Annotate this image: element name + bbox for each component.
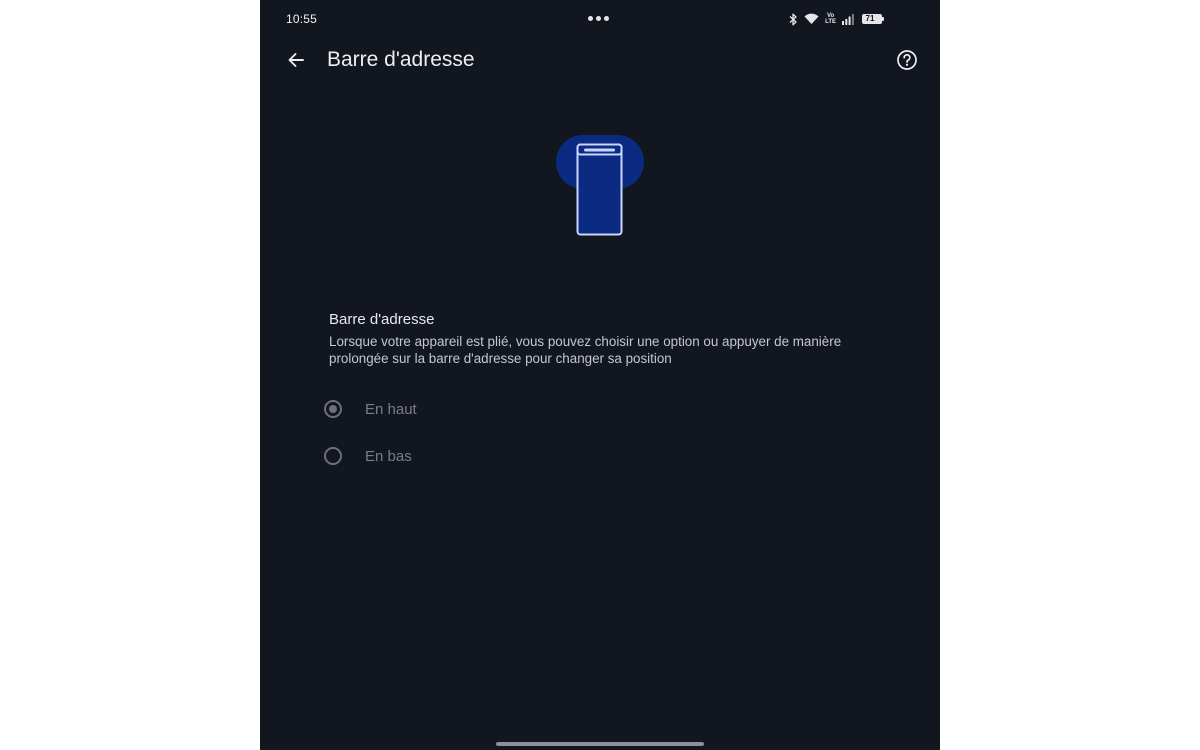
section-title: Barre d'adresse (329, 311, 435, 328)
more-notifications-icon (588, 16, 612, 22)
option-bottom[interactable]: En bas (324, 441, 412, 471)
arrow-back-icon (288, 53, 304, 67)
status-time: 10:55 (286, 12, 318, 26)
page-title: Barre d'adresse (327, 48, 475, 71)
radio-bottom[interactable] (324, 447, 342, 465)
section-description: Lorsque votre appareil est plié, vous po… (329, 334, 842, 366)
help-circle-icon (897, 50, 917, 70)
option-bottom-label: En bas (365, 447, 412, 465)
wifi-icon (804, 13, 819, 25)
status-icons: Vo LTE 71 (789, 10, 884, 28)
phone-top-address-bar-icon (556, 135, 644, 236)
signal-icon (842, 13, 854, 25)
option-top-label: En haut (365, 400, 417, 418)
back-button[interactable] (282, 46, 310, 74)
battery-icon: 71 (862, 14, 884, 24)
phone-top-address-bar-illustration (556, 133, 644, 237)
help-button[interactable] (894, 47, 920, 73)
option-top[interactable]: En haut (324, 394, 417, 424)
radio-top[interactable] (324, 400, 342, 418)
home-indicator[interactable] (496, 742, 704, 746)
bluetooth-icon (789, 13, 798, 26)
volte-icon: Vo LTE (825, 13, 836, 25)
phone-screen: 10:55 Vo LTE 71 Barre d'adresse Barre d'… (260, 0, 940, 750)
status-bar: 10:55 Vo LTE 71 (260, 0, 940, 38)
